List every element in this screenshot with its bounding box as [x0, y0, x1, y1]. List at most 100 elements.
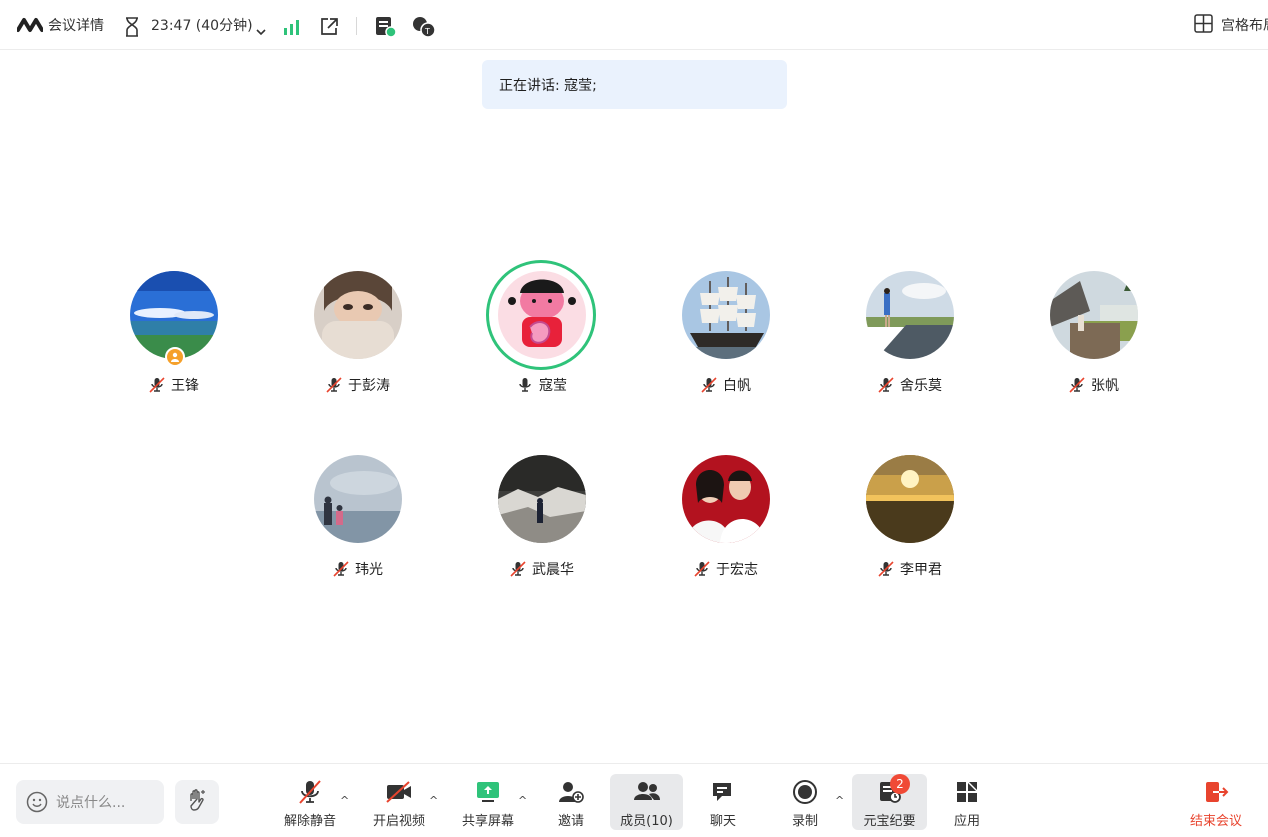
unmute-options-caret-icon[interactable]: ^ — [340, 794, 349, 807]
meeting-detail-button[interactable]: 会议详情 — [48, 0, 104, 50]
chat-label: 聊天 — [709, 814, 736, 829]
share-options-caret-icon[interactable]: ^ — [518, 794, 527, 807]
meeting-timer[interactable]: 23:47 (40分钟) — [151, 0, 253, 50]
speaking-text: 正在讲话: 寇莹; — [499, 77, 597, 94]
apps-button[interactable]: 应用 — [944, 774, 990, 830]
mic-muted-icon — [510, 561, 526, 577]
tencent-meeting-logo-icon — [16, 17, 44, 37]
quick-chat-input[interactable]: 说点什么... — [16, 780, 164, 824]
top-bar: 会议详情 23:47 (40分钟) T 宫格布局 — [0, 0, 1268, 50]
record-button[interactable]: 录制 — [782, 774, 828, 830]
record-icon — [792, 778, 818, 806]
chat-icon — [710, 778, 736, 806]
sailing-ship-icon — [682, 271, 770, 359]
couple-photo-icon — [682, 455, 770, 543]
ai-summary-button[interactable]: 元宝纪要 2 — [852, 774, 927, 830]
grid-layout-icon — [1194, 13, 1213, 37]
participant-tile[interactable]: 武晨华 — [467, 455, 617, 585]
ai-summary-label: 元宝纪要 — [863, 814, 916, 829]
members-button[interactable]: 成员(10) — [610, 774, 683, 830]
notification-badge: 2 — [890, 774, 910, 794]
participant-name-row: 于彭涛 — [283, 375, 433, 395]
participant-name: 李甲君 — [900, 562, 942, 578]
apps-grid-icon — [955, 778, 979, 806]
chat-placeholder: 说点什么... — [56, 795, 126, 811]
participant-name-row: 武晨华 — [467, 559, 617, 579]
meeting-notes-icon[interactable] — [375, 16, 397, 42]
mic-muted-icon — [333, 561, 349, 577]
chevron-down-icon[interactable] — [256, 21, 266, 40]
rocks-person-icon — [498, 455, 586, 543]
participant-name: 于彭涛 — [348, 378, 390, 394]
share-screen-icon — [475, 778, 501, 806]
unmute-label: 解除静音 — [283, 814, 336, 829]
bottom-toolbar: 说点什么... 解除静音 ^ 开启视频 ^ 共享屏幕 ^ 邀请 成员(10) 聊… — [0, 763, 1268, 837]
chat-button[interactable]: 聊天 — [700, 774, 746, 830]
add-user-icon — [558, 778, 584, 806]
face-photo-icon — [314, 271, 402, 359]
mic-muted-icon — [149, 377, 165, 393]
participant-tile[interactable]: 白帆 — [651, 271, 801, 401]
invite-button[interactable]: 邀请 — [548, 774, 594, 830]
mic-muted-icon — [878, 377, 894, 393]
video-off-icon — [385, 778, 413, 806]
participant-tile[interactable]: 寇莹 — [467, 260, 617, 401]
landscape-lake-icon — [130, 271, 218, 359]
participant-name-row: 李甲君 — [835, 559, 985, 579]
seaside-couple-icon — [314, 455, 402, 543]
participant-name: 武晨华 — [532, 562, 574, 578]
participant-name: 王锋 — [171, 378, 199, 394]
end-meeting-button[interactable]: 结束会议 — [1184, 774, 1248, 830]
divider — [356, 17, 357, 35]
mic-muted-icon — [701, 377, 717, 393]
apps-label: 应用 — [953, 814, 980, 829]
mic-muted-icon — [297, 778, 323, 806]
road-person-icon — [866, 271, 954, 359]
invite-label: 邀请 — [557, 814, 584, 829]
participant-name: 舍乐莫 — [900, 378, 942, 394]
mic-muted-icon — [694, 561, 710, 577]
record-options-caret-icon[interactable]: ^ — [835, 794, 844, 807]
exit-door-icon — [1203, 778, 1229, 806]
grid-layout-button[interactable]: 宫格布局 — [1194, 0, 1268, 50]
start-video-button[interactable]: 开启视频 — [369, 774, 429, 830]
mic-muted-icon — [878, 561, 894, 577]
participant-name: 白帆 — [723, 378, 751, 394]
external-link-icon[interactable] — [319, 17, 339, 41]
cartoon-girl-icon — [498, 271, 586, 359]
svg-text:T: T — [424, 27, 430, 36]
share-screen-label: 共享屏幕 — [461, 814, 514, 829]
participant-name: 玮光 — [355, 562, 383, 578]
meeting-detail-label: 会议详情 — [48, 18, 104, 34]
hourglass-icon — [123, 17, 141, 41]
participant-name: 于宏志 — [716, 562, 758, 578]
participant-tile[interactable]: 张帆 — [1019, 271, 1169, 401]
unmute-button[interactable]: 解除静音 — [280, 774, 340, 830]
participant-name-row: 张帆 — [1019, 375, 1169, 395]
raise-hand-button[interactable] — [175, 780, 219, 824]
network-signal-icon[interactable] — [283, 19, 301, 39]
participant-name-row: 玮光 — [283, 559, 433, 579]
timer-text: 23:47 (40分钟) — [151, 18, 253, 34]
start-video-label: 开启视频 — [372, 814, 425, 829]
participant-tile[interactable]: 王锋 — [99, 271, 249, 401]
host-badge-icon — [165, 347, 185, 367]
participant-name: 张帆 — [1091, 378, 1119, 394]
speaking-indicator-banner: 正在讲话: 寇莹; — [482, 60, 787, 109]
participant-name-row: 舍乐莫 — [835, 375, 985, 395]
members-label: 成员(10) — [620, 814, 673, 829]
participant-tile[interactable]: 李甲君 — [835, 455, 985, 585]
members-icon — [632, 778, 662, 806]
participant-name-row: 于宏志 — [651, 559, 801, 579]
participant-tile[interactable]: 玮光 — [283, 455, 433, 585]
participant-tile[interactable]: 于宏志 — [651, 455, 801, 585]
translate-icon[interactable]: T — [412, 16, 436, 42]
video-options-caret-icon[interactable]: ^ — [429, 794, 438, 807]
share-screen-button[interactable]: 共享屏幕 — [458, 774, 518, 830]
participant-tile[interactable]: 舍乐莫 — [835, 271, 985, 401]
raise-hand-icon — [185, 788, 209, 816]
emoji-icon[interactable] — [26, 791, 48, 813]
mic-active-icon — [517, 377, 533, 393]
participant-name: 寇莹 — [539, 378, 567, 394]
participant-tile[interactable]: 于彭涛 — [283, 271, 433, 401]
